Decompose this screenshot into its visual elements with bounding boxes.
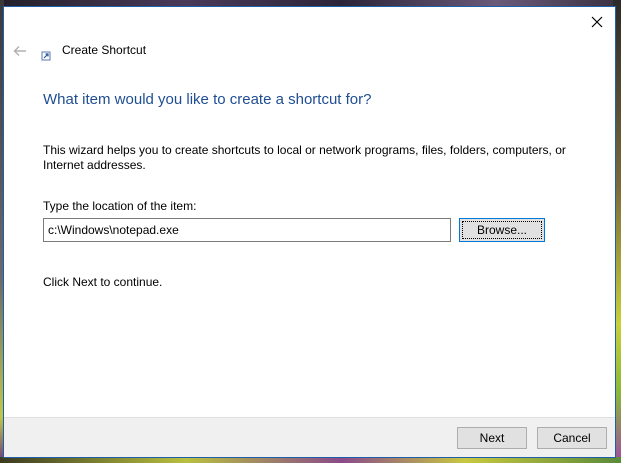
wizard-content: What item would you like to create a sho… bbox=[43, 91, 595, 289]
browse-button-label: Browse... bbox=[462, 221, 542, 239]
wizard-description: This wizard helps you to create shortcut… bbox=[43, 143, 566, 172]
page-heading: What item would you like to create a sho… bbox=[43, 91, 372, 108]
window-title: Create Shortcut bbox=[62, 43, 147, 57]
continue-instruction: Click Next to continue. bbox=[43, 275, 163, 289]
close-icon bbox=[591, 16, 603, 28]
back-arrow-icon bbox=[13, 46, 26, 56]
browse-button[interactable]: Browse... bbox=[459, 218, 545, 242]
create-shortcut-dialog: Create Shortcut What item would you like… bbox=[3, 6, 616, 458]
cancel-button[interactable]: Cancel bbox=[537, 427, 607, 449]
next-button[interactable]: Next bbox=[457, 427, 527, 449]
title-bar: Create Shortcut bbox=[4, 7, 615, 81]
location-label: Type the location of the item: bbox=[43, 199, 197, 213]
location-input[interactable] bbox=[43, 218, 451, 242]
button-footer: Next Cancel bbox=[4, 417, 615, 457]
back-button[interactable] bbox=[10, 41, 30, 61]
shortcut-wizard-icon bbox=[41, 51, 51, 61]
close-button[interactable] bbox=[585, 11, 609, 33]
